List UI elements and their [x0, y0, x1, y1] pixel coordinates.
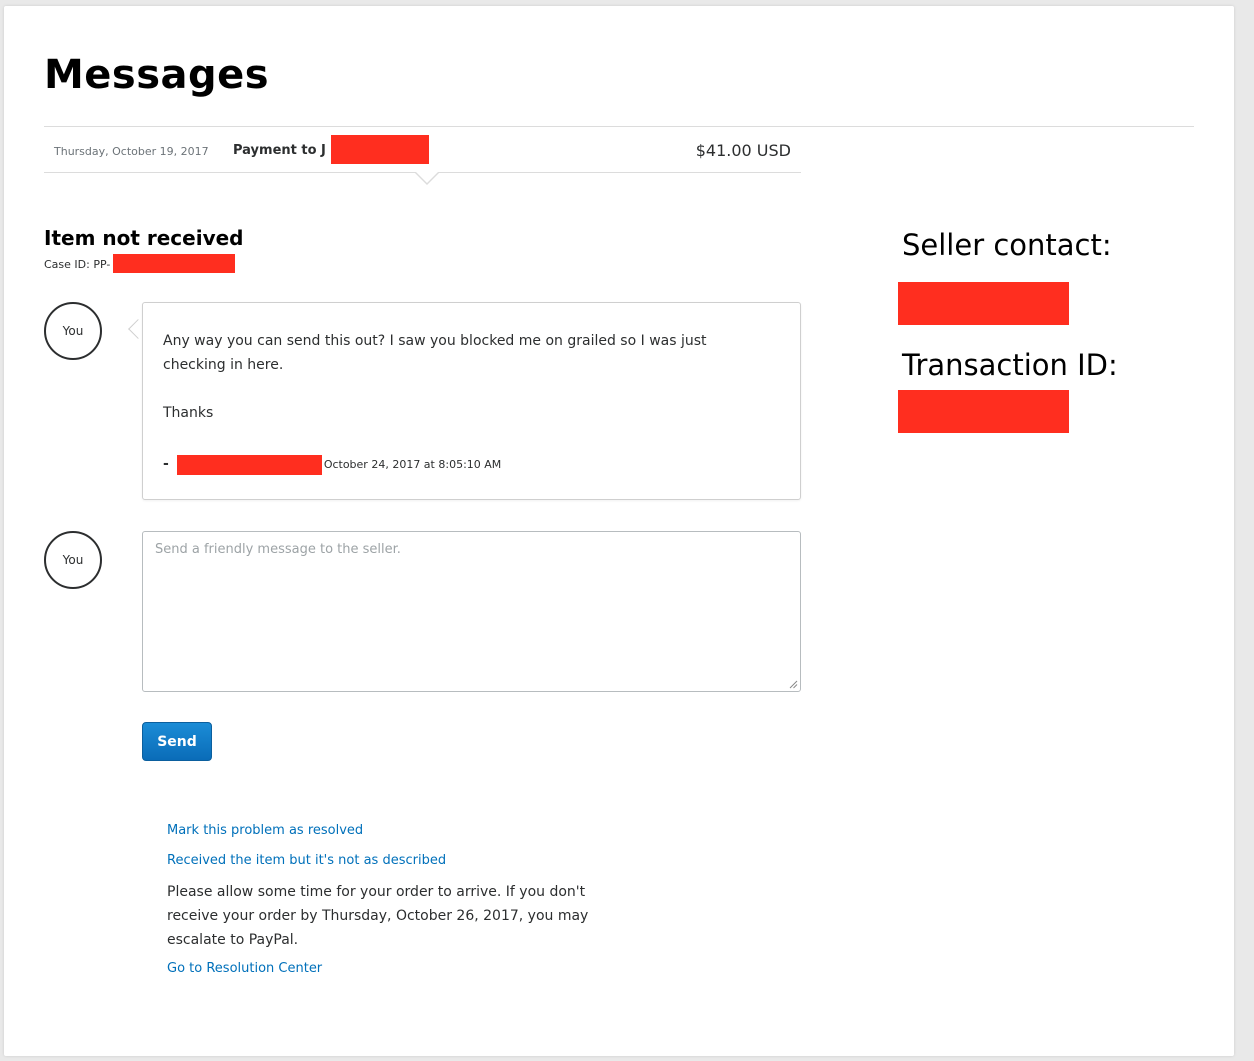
redaction-box [331, 135, 429, 164]
reply-input[interactable] [142, 531, 801, 692]
seller-contact-label: Seller contact: [902, 228, 1112, 262]
row-pointer [415, 172, 439, 185]
mark-resolved-link[interactable]: Mark this problem as resolved [167, 823, 363, 838]
avatar-label: You [62, 324, 84, 338]
transaction-description: Payment to J [233, 143, 326, 158]
page-title: Messages [44, 52, 270, 98]
case-id: Case ID: PP- [44, 258, 111, 271]
redaction-box [898, 282, 1069, 325]
message-bubble: Any way you can send this out? I saw you… [142, 302, 801, 500]
avatar: You [44, 302, 102, 360]
transaction-row[interactable]: Thursday, October 19, 2017 Payment to J … [44, 127, 801, 173]
transaction-id-label: Transaction ID: [902, 348, 1118, 382]
signature-dash: - [163, 456, 169, 472]
transaction-amount: $41.00 USD [695, 141, 791, 160]
redaction-box [176, 455, 322, 475]
message-timestamp: October 24, 2017 at 8:05:10 AM [323, 458, 502, 471]
send-button[interactable]: Send [142, 722, 212, 761]
message-signature: - October 24, 2017 at 8:05:10 AM [163, 455, 501, 475]
redaction-box [113, 254, 235, 273]
resolution-center-link[interactable]: Go to Resolution Center [167, 961, 322, 976]
avatar-label: You [62, 553, 84, 567]
redaction-box [898, 390, 1069, 433]
case-title: Item not received [44, 226, 244, 250]
escalation-notice: Please allow some time for your order to… [167, 884, 589, 948]
not-as-described-link[interactable]: Received the item but it's not as descri… [167, 853, 446, 868]
transaction-date: Thursday, October 19, 2017 [54, 145, 209, 158]
message-body: Any way you can send this out? I saw you… [163, 333, 707, 373]
avatar: You [44, 531, 102, 589]
resize-grip-icon[interactable] [789, 680, 798, 689]
message-closing: Thanks [163, 405, 214, 421]
